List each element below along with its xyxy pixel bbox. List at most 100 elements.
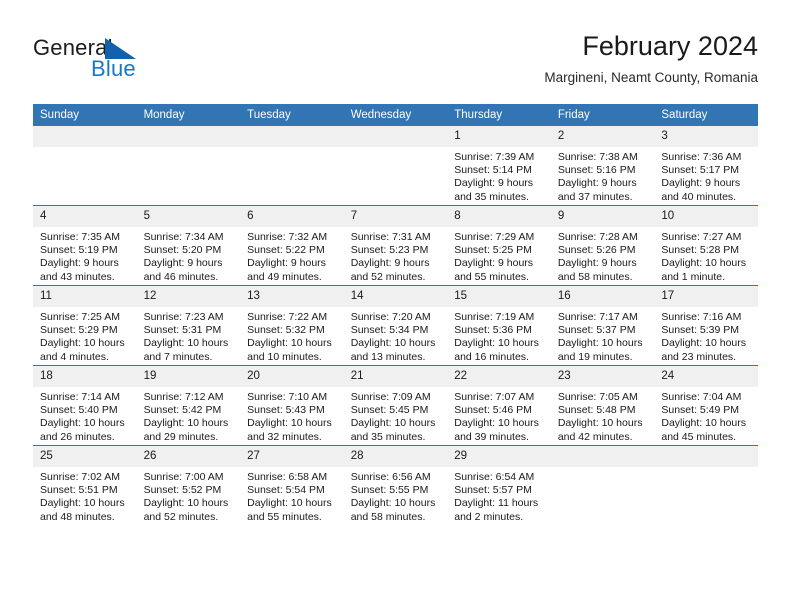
calendar-day-cell[interactable]: 9 Sunrise: 7:28 AM Sunset: 5:26 PM Daylight… xyxy=(550,205,655,286)
sunrise-text: Sunrise: 7:12 AM xyxy=(143,391,224,403)
calendar-day-cell[interactable]: 22 Sunrise: 7:07 AM Sunset: 5:46 PM Dayligh… xyxy=(447,365,551,446)
day-details: Sunrise: 7:36 AM Sunset: 5:17 PM Daylight:… xyxy=(654,147,758,204)
sunset-text: Sunset: 5:37 PM xyxy=(557,324,636,337)
daylight-text: Daylight: 10 hours and 19 minutes. xyxy=(557,337,643,363)
sunset-text: Sunset: 5:26 PM xyxy=(557,244,636,257)
sunrise-text: Sunrise: 7:22 AM xyxy=(247,311,328,323)
calendar-day-cell[interactable]: 15 Sunrise: 7:19 AM Sunset: 5:36 PM Dayligh… xyxy=(447,285,551,366)
sunrise-text: Sunrise: 7:16 AM xyxy=(661,311,742,323)
calendar-day-cell-empty xyxy=(343,126,448,206)
day-number: 25 xyxy=(33,446,137,467)
calendar-day-cell[interactable]: 27 Sunrise: 6:58 AM Sunset: 5:54 PM Dayligh… xyxy=(240,445,344,525)
day-details: Sunrise: 7:05 AM Sunset: 5:48 PM Daylight:… xyxy=(551,387,655,444)
day-number: 18 xyxy=(33,366,137,387)
daylight-text: Daylight: 10 hours and 7 minutes. xyxy=(143,337,229,363)
day-number: 2 xyxy=(550,126,655,147)
day-details: Sunrise: 7:32 AM Sunset: 5:22 PM Daylight:… xyxy=(240,227,344,284)
day-number: 12 xyxy=(136,286,241,307)
calendar-day-cell[interactable]: 12 Sunrise: 7:23 AM Sunset: 5:31 PM Dayligh… xyxy=(136,285,241,366)
calendar-day-cell[interactable]: 14 Sunrise: 7:20 AM Sunset: 5:34 PM Dayligh… xyxy=(343,285,448,366)
daylight-text: Daylight: 9 hours and 37 minutes. xyxy=(557,177,637,203)
calendar-day-cell[interactable]: 2 Sunrise: 7:38 AM Sunset: 5:16 PM Daylight… xyxy=(550,126,655,206)
day-details: Sunrise: 7:38 AM Sunset: 5:16 PM Daylight:… xyxy=(551,147,655,204)
calendar-day-cell[interactable]: 4 Sunrise: 7:35 AM Sunset: 5:19 PM Daylight… xyxy=(33,205,137,286)
page-title: February 2024 xyxy=(582,31,758,61)
weekday-header-wednesday: Wednesday xyxy=(343,104,448,126)
weekday-header-tuesday: Tuesday xyxy=(240,104,344,126)
daylight-text: Daylight: 10 hours and 23 minutes. xyxy=(661,337,747,363)
sunset-text: Sunset: 5:57 PM xyxy=(454,484,532,497)
sunrise-text: Sunrise: 7:23 AM xyxy=(143,311,224,323)
calendar-day-cell[interactable]: 21 Sunrise: 7:09 AM Sunset: 5:45 PM Dayligh… xyxy=(343,365,448,446)
calendar-day-cell[interactable]: 1 Sunrise: 7:39 AM Sunset: 5:14 PM Daylight… xyxy=(447,126,551,206)
calendar-day-cell[interactable]: 28 Sunrise: 6:56 AM Sunset: 5:55 PM Dayligh… xyxy=(343,445,448,525)
day-details: Sunrise: 7:31 AM Sunset: 5:23 PM Daylight:… xyxy=(344,227,448,284)
daylight-text: Daylight: 9 hours and 46 minutes. xyxy=(143,257,223,283)
calendar-day-cell[interactable]: 5 Sunrise: 7:34 AM Sunset: 5:20 PM Daylight… xyxy=(136,205,241,286)
calendar-day-cell[interactable]: 11 Sunrise: 7:25 AM Sunset: 5:29 PM Dayligh… xyxy=(33,285,137,366)
sunrise-text: Sunrise: 7:00 AM xyxy=(143,471,224,483)
daylight-text: Daylight: 10 hours and 29 minutes. xyxy=(143,417,229,443)
sunset-text: Sunset: 5:42 PM xyxy=(143,404,222,417)
sunset-text: Sunset: 5:25 PM xyxy=(454,244,532,257)
brand-name-blue: Blue xyxy=(91,56,136,81)
daylight-text: Daylight: 9 hours and 35 minutes. xyxy=(454,177,534,203)
sunset-text: Sunset: 5:32 PM xyxy=(247,324,325,337)
daylight-text: Daylight: 10 hours and 10 minutes. xyxy=(247,337,332,363)
sunset-text: Sunset: 5:14 PM xyxy=(454,164,532,177)
sunset-text: Sunset: 5:48 PM xyxy=(557,404,636,417)
daylight-text: Daylight: 10 hours and 26 minutes. xyxy=(40,417,125,443)
day-number: 7 xyxy=(343,206,448,227)
page-header: General Blue February 2024 Margineni, Ne… xyxy=(33,30,758,102)
calendar-day-cell[interactable]: 16 Sunrise: 7:17 AM Sunset: 5:37 PM Dayligh… xyxy=(550,285,655,366)
calendar-day-cell[interactable]: 29 Sunrise: 6:54 AM Sunset: 5:57 PM Dayligh… xyxy=(447,445,551,525)
calendar-week-row: 11 Sunrise: 7:25 AM Sunset: 5:29 PM Dayligh… xyxy=(33,285,758,366)
daylight-text: Daylight: 10 hours and 35 minutes. xyxy=(350,417,436,443)
day-details: Sunrise: 6:56 AM Sunset: 5:55 PM Daylight:… xyxy=(344,467,448,524)
daylight-text: Daylight: 10 hours and 48 minutes. xyxy=(40,497,125,523)
calendar-day-cell[interactable]: 23 Sunrise: 7:05 AM Sunset: 5:48 PM Dayligh… xyxy=(550,365,655,446)
calendar-week-row: 18 Sunrise: 7:14 AM Sunset: 5:40 PM Dayligh… xyxy=(33,365,758,446)
sunrise-text: Sunrise: 7:25 AM xyxy=(40,311,120,323)
sunrise-text: Sunrise: 7:20 AM xyxy=(350,311,431,323)
calendar-day-cell[interactable]: 18 Sunrise: 7:14 AM Sunset: 5:40 PM Dayligh… xyxy=(33,365,137,446)
day-number xyxy=(654,446,758,467)
calendar-day-cell[interactable]: 17 Sunrise: 7:16 AM Sunset: 5:39 PM Dayligh… xyxy=(654,285,758,366)
page-subtitle: Margineni, Neamt County, Romania xyxy=(544,70,758,85)
day-number: 27 xyxy=(240,446,344,467)
sunrise-text: Sunrise: 7:04 AM xyxy=(661,391,742,403)
day-number: 6 xyxy=(240,206,344,227)
daylight-text: Daylight: 10 hours and 58 minutes. xyxy=(350,497,436,523)
calendar-day-cell[interactable]: 3 Sunrise: 7:36 AM Sunset: 5:17 PM Daylight… xyxy=(654,126,758,206)
sunset-text: Sunset: 5:55 PM xyxy=(350,484,429,497)
calendar-day-cell[interactable]: 20 Sunrise: 7:10 AM Sunset: 5:43 PM Dayligh… xyxy=(240,365,344,446)
day-details: Sunrise: 7:23 AM Sunset: 5:31 PM Daylight:… xyxy=(137,307,241,364)
brand-logo[interactable]: General Blue xyxy=(33,35,273,91)
sunset-text: Sunset: 5:17 PM xyxy=(661,164,740,177)
calendar-day-cell[interactable]: 6 Sunrise: 7:32 AM Sunset: 5:22 PM Daylight… xyxy=(240,205,344,286)
calendar-day-cell[interactable]: 7 Sunrise: 7:31 AM Sunset: 5:23 PM Daylight… xyxy=(343,205,448,286)
day-details: Sunrise: 7:27 AM Sunset: 5:28 PM Daylight:… xyxy=(654,227,758,284)
calendar-day-cell[interactable]: 26 Sunrise: 7:00 AM Sunset: 5:52 PM Dayligh… xyxy=(136,445,241,525)
calendar-day-cell[interactable]: 25 Sunrise: 7:02 AM Sunset: 5:51 PM Dayligh… xyxy=(33,445,137,525)
calendar-day-cell-empty xyxy=(33,126,137,206)
daylight-text: Daylight: 10 hours and 55 minutes. xyxy=(247,497,332,523)
calendar-day-cell[interactable]: 19 Sunrise: 7:12 AM Sunset: 5:42 PM Dayligh… xyxy=(136,365,241,446)
sunset-text: Sunset: 5:49 PM xyxy=(661,404,740,417)
sunset-text: Sunset: 5:52 PM xyxy=(143,484,222,497)
day-details: Sunrise: 7:34 AM Sunset: 5:20 PM Daylight:… xyxy=(137,227,241,284)
calendar-day-cell[interactable]: 10 Sunrise: 7:27 AM Sunset: 5:28 PM Dayligh… xyxy=(654,205,758,286)
day-details: Sunrise: 6:58 AM Sunset: 5:54 PM Daylight:… xyxy=(240,467,344,524)
sunrise-text: Sunrise: 6:54 AM xyxy=(454,471,535,483)
sunset-text: Sunset: 5:31 PM xyxy=(143,324,222,337)
calendar-day-cell[interactable]: 24 Sunrise: 7:04 AM Sunset: 5:49 PM Dayligh… xyxy=(654,365,758,446)
calendar-week-row: 4 Sunrise: 7:35 AM Sunset: 5:19 PM Daylight… xyxy=(33,205,758,286)
day-number: 13 xyxy=(240,286,344,307)
day-details: Sunrise: 7:25 AM Sunset: 5:29 PM Daylight:… xyxy=(33,307,137,364)
day-number: 3 xyxy=(654,126,758,147)
calendar-header-row: Sunday Monday Tuesday Wednesday Thursday… xyxy=(33,104,758,126)
calendar-day-cell[interactable]: 8 Sunrise: 7:29 AM Sunset: 5:25 PM Daylight… xyxy=(447,205,551,286)
calendar-day-cell[interactable]: 13 Sunrise: 7:22 AM Sunset: 5:32 PM Dayligh… xyxy=(240,285,344,366)
day-details: Sunrise: 6:54 AM Sunset: 5:57 PM Daylight:… xyxy=(447,467,551,524)
sunrise-text: Sunrise: 6:56 AM xyxy=(350,471,431,483)
